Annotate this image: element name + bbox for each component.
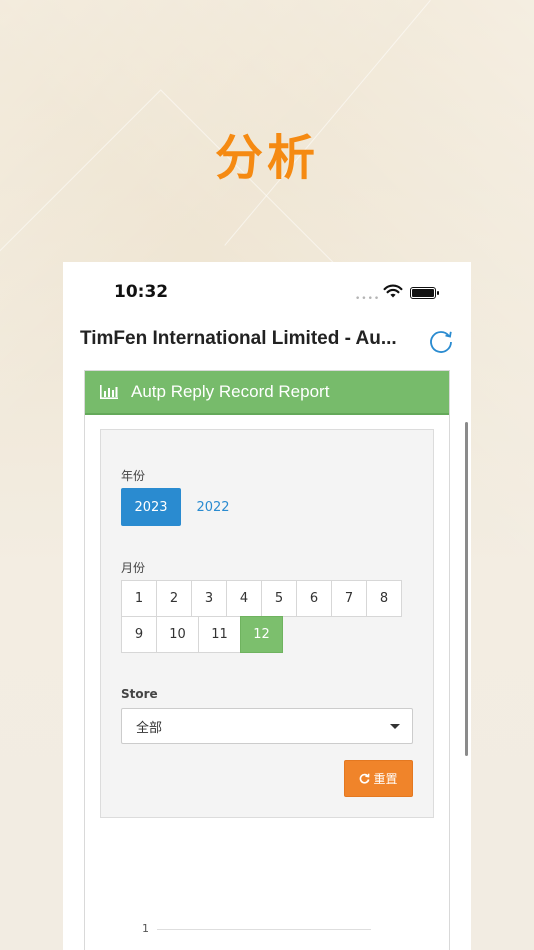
grid-line <box>157 929 371 930</box>
year-button-2023[interactable]: 2023 <box>121 488 181 526</box>
month-button-9[interactable]: 9 <box>121 616 157 653</box>
month-button-5[interactable]: 5 <box>261 580 297 617</box>
filter-box: 年份 2023 2022 月份 1 2 3 4 5 6 7 8 9 10 11 … <box>100 429 434 818</box>
report-panel: Autp Reply Record Report 年份 2023 2022 月份… <box>84 370 450 950</box>
phone-screen: 10:32 •••• TimFen International Limited … <box>63 262 471 950</box>
year-label: 年份 <box>121 469 146 483</box>
y-axis-tick: 1 <box>142 922 149 935</box>
month-button-11[interactable]: 11 <box>198 616 241 653</box>
month-button-12[interactable]: 12 <box>240 616 283 653</box>
refresh-icon <box>360 773 370 784</box>
caret-down-icon <box>390 724 400 729</box>
reset-label: 重置 <box>373 772 398 786</box>
store-select-value: 全部 <box>136 720 163 736</box>
hero-title: 分析 <box>214 130 319 186</box>
month-button-8[interactable]: 8 <box>366 580 402 617</box>
store-label: Store <box>121 687 158 701</box>
month-button-6[interactable]: 6 <box>296 580 332 617</box>
nav-title: TimFen International Limited - Au... <box>80 328 397 349</box>
month-button-10[interactable]: 10 <box>156 616 199 653</box>
reset-button[interactable]: 重置 <box>344 760 413 797</box>
signal-icon: •••• <box>355 294 381 304</box>
store-select[interactable]: 全部 <box>121 708 413 744</box>
month-label: 月份 <box>121 561 146 575</box>
month-button-3[interactable]: 3 <box>191 580 227 617</box>
status-bar: 10:32 •••• <box>63 262 471 318</box>
chart-area: 1 <box>85 831 451 950</box>
status-time: 10:32 <box>114 282 169 302</box>
month-button-1[interactable]: 1 <box>121 580 157 617</box>
wifi-icon <box>383 284 403 298</box>
month-button-4[interactable]: 4 <box>226 580 262 617</box>
year-button-2022[interactable]: 2022 <box>189 488 237 526</box>
bar-chart-icon <box>100 385 118 399</box>
scrollbar[interactable] <box>465 422 468 756</box>
refresh-icon[interactable] <box>427 327 455 355</box>
panel-title: Autp Reply Record Report <box>131 382 330 401</box>
month-button-7[interactable]: 7 <box>331 580 367 617</box>
panel-header: Autp Reply Record Report <box>85 371 449 415</box>
month-button-2[interactable]: 2 <box>156 580 192 617</box>
battery-icon <box>410 287 439 299</box>
